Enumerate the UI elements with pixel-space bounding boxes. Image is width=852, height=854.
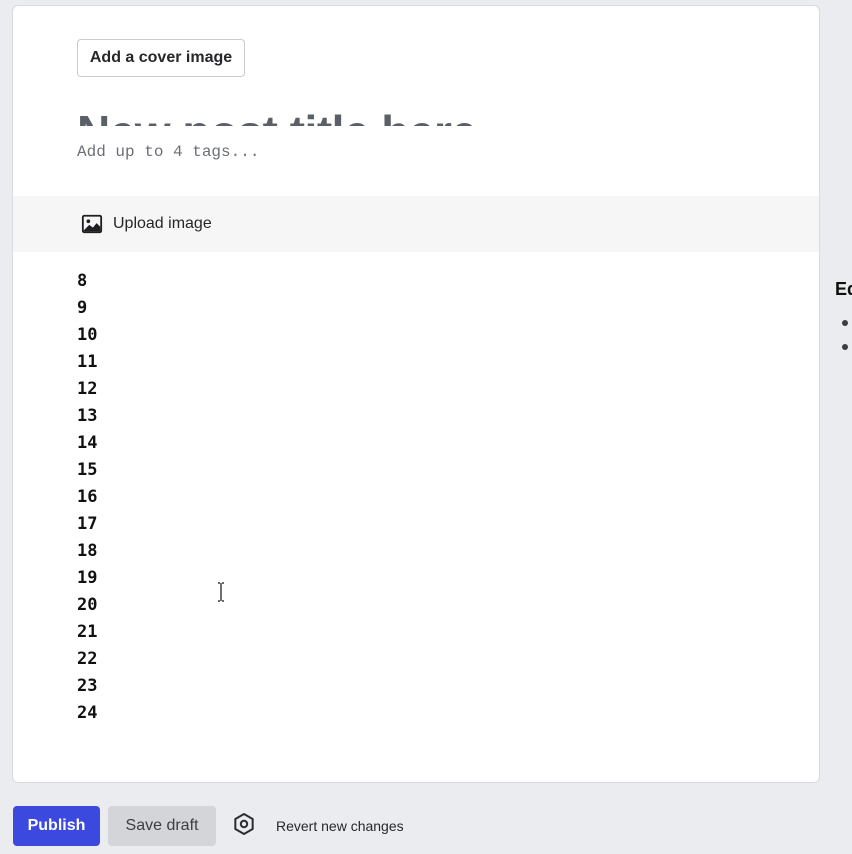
editor-line: 20 xyxy=(77,595,98,615)
sidebar-bullet xyxy=(842,344,848,350)
editor-line: 15 xyxy=(77,460,98,480)
tags-input[interactable]: Add up to 4 tags... xyxy=(77,140,477,164)
sidebar-bullet xyxy=(842,320,848,326)
post-title-input[interactable]: New post title here... xyxy=(77,106,514,126)
post-settings-button[interactable] xyxy=(228,810,260,842)
editor-line: 8 xyxy=(77,271,88,291)
editor-line: 17 xyxy=(77,514,98,534)
revert-changes-button[interactable]: Revert new changes xyxy=(276,816,404,836)
editor-line: 19 xyxy=(77,568,98,588)
editor-line: 23 xyxy=(77,676,98,696)
editor-line: 14 xyxy=(77,433,98,453)
post-body-textarea[interactable]: 8 9 10 11 12 13 14 15 16 17 18 19 20 21 22 23 24 xyxy=(77,268,797,727)
sidebar-heading: Ed xyxy=(835,279,852,299)
hexagon-gear-icon xyxy=(232,812,256,841)
editor-line: 12 xyxy=(77,379,98,399)
editor-line: 21 xyxy=(77,622,98,642)
title-clip: New post title here... xyxy=(77,102,597,126)
editor-line: 13 xyxy=(77,406,98,426)
upload-image-label: Upload image xyxy=(113,215,212,232)
image-icon xyxy=(81,213,103,235)
editor-line: 16 xyxy=(77,487,98,507)
add-cover-image-button[interactable]: Add a cover image xyxy=(77,39,245,77)
editor-line: 9 xyxy=(77,298,88,318)
editor-line: 24 xyxy=(77,703,98,723)
editor-line: 10 xyxy=(77,325,98,345)
editor-line: 18 xyxy=(77,541,98,561)
publish-button[interactable]: Publish xyxy=(13,806,100,846)
editor-line: 22 xyxy=(77,649,98,669)
save-draft-button[interactable]: Save draft xyxy=(108,806,216,846)
upload-image-button[interactable]: Upload image xyxy=(81,196,212,252)
text-cursor-icon xyxy=(216,582,226,602)
editor-card: Add a cover image New post title here...… xyxy=(12,5,820,783)
editor-line: 11 xyxy=(77,352,98,372)
editor-toolbar: Upload image xyxy=(13,196,819,252)
